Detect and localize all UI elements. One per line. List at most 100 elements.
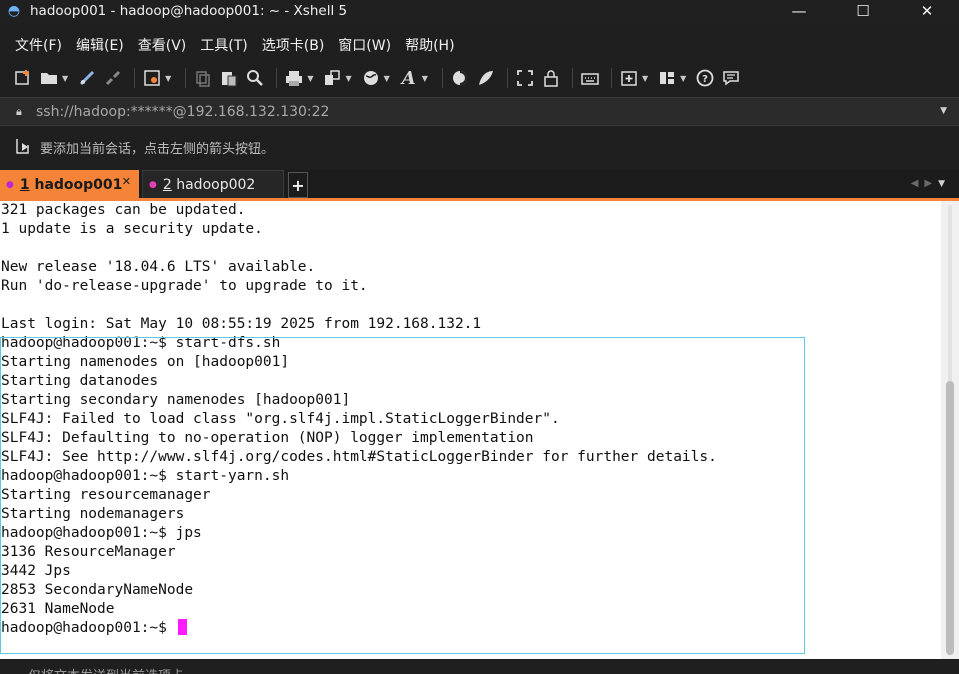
tab-hadoop002[interactable]: ● 2 hadoop002: [142, 170, 284, 200]
tab-label: hadoop001: [34, 177, 123, 193]
tab-label: hadoop002: [176, 177, 256, 193]
terminal-line: SLF4J: Failed to load class "org.slf4j.i…: [1, 411, 560, 427]
terminal-line: 3136 ResourceManager: [1, 544, 176, 560]
title-bar: ◓ hadoop001 - hadoop@hadoop001: ~ - Xshe…: [0, 0, 959, 22]
terminal-line: New release '18.04.6 LTS' available.: [1, 259, 316, 275]
copy-icon[interactable]: [192, 67, 214, 89]
paste-icon[interactable]: [218, 67, 240, 89]
help-icon[interactable]: ?: [694, 67, 716, 89]
session-address[interactable]: ssh://hadoop:******@192.168.132.130:22: [36, 104, 329, 120]
terminal-scrollbar[interactable]: [941, 201, 959, 659]
new-tab-icon[interactable]: [618, 67, 640, 89]
xftp-icon[interactable]: [449, 67, 471, 89]
tab-number: 1: [19, 177, 30, 193]
terminal-line: Starting datanodes: [1, 373, 159, 389]
status-text: 仅将文本发送到当前选项卡: [28, 665, 184, 674]
tab-hadoop001[interactable]: ● 1 hadoop001 ✕: [0, 170, 139, 200]
menu-view[interactable]: 查看(V): [138, 35, 187, 55]
address-bar[interactable]: 🔒︎ ssh://hadoop:******@192.168.132.130:2…: [0, 97, 959, 126]
tab-nav-arrows-icon[interactable]: ◀▶▼: [911, 178, 951, 189]
chat-icon[interactable]: [720, 67, 742, 89]
font-icon[interactable]: A: [398, 67, 420, 89]
session-arrow-icon[interactable]: [14, 137, 32, 159]
scrollbar-thumb[interactable]: [946, 381, 954, 655]
add-tab-button[interactable]: +: [288, 172, 308, 198]
terminal-cursor: [177, 619, 187, 635]
toolbar-divider: [506, 68, 508, 88]
open-folder-icon[interactable]: [38, 67, 60, 89]
keyboard-icon[interactable]: [579, 67, 601, 89]
xmanager-icon[interactable]: [475, 67, 497, 89]
window-title: hadoop001 - hadoop@hadoop001: ~ - Xshell…: [30, 3, 348, 19]
status-bar: 仅将文本发送到当前选项卡: [0, 659, 959, 674]
tab-bar: ● 1 hadoop001 ✕ ● 2 hadoop002 + ◀▶▼: [0, 170, 959, 200]
toolbar-divider: [276, 68, 278, 88]
print-icon[interactable]: [283, 67, 305, 89]
session-hint-text: 要添加当前会话，点击左侧的箭头按钮。: [40, 142, 275, 157]
toolbar-divider: [134, 68, 136, 88]
menu-help[interactable]: 帮助(H): [405, 35, 454, 55]
minimize-button[interactable]: —: [767, 0, 831, 22]
menu-bar: 文件(F) 编辑(E) 查看(V) 工具(T) 选项卡(B) 窗口(W) 帮助(…: [0, 32, 959, 58]
terminal-line: Run 'do-release-upgrade' to upgrade to i…: [1, 278, 368, 294]
terminal-line: 321 packages can be updated.: [1, 202, 246, 218]
toolbar-divider: [571, 68, 573, 88]
terminal-line: hadoop@hadoop001:~$ start-yarn.sh: [1, 468, 290, 484]
toolbar-divider: [185, 68, 187, 88]
terminal-line: SLF4J: Defaulting to no-operation (NOP) …: [1, 430, 534, 446]
properties-icon[interactable]: [141, 67, 163, 89]
fullscreen-icon[interactable]: [514, 67, 536, 89]
menu-tools[interactable]: 工具(T): [200, 35, 247, 55]
terminal-lines: 321 packages can be updated. 1 update is …: [0, 201, 941, 619]
menu-edit[interactable]: 编辑(E): [76, 35, 124, 55]
padlock-icon: 🔒︎: [16, 104, 22, 118]
tab-status-dot-icon: ●: [149, 180, 157, 190]
font-dropdown-icon[interactable]: ▼: [422, 74, 428, 83]
transfer-dropdown-icon[interactable]: ▼: [345, 74, 351, 83]
tab-status-dot-icon: ●: [6, 180, 14, 190]
terminal-line: 2631 NameNode: [1, 601, 115, 617]
menu-tabs[interactable]: 选项卡(B): [262, 35, 325, 55]
properties-dropdown-icon[interactable]: ▼: [165, 74, 171, 83]
lock-icon[interactable]: [540, 67, 562, 89]
layout-icon[interactable]: [656, 67, 678, 89]
terminal-line: 2853 SecondaryNameNode: [1, 582, 194, 598]
terminal-line: hadoop@hadoop001:~$ start-dfs.sh: [1, 335, 281, 351]
terminal-line: Last login: Sat May 10 08:55:19 2025 fro…: [1, 316, 482, 332]
xshell-logo-icon: ◓: [7, 3, 21, 19]
terminal-output[interactable]: 321 packages can be updated. 1 update is …: [0, 201, 941, 659]
toolbar-divider: [441, 68, 443, 88]
terminal-line: SLF4J: See http://www.slf4j.org/codes.ht…: [1, 449, 717, 465]
terminal-line: Starting namenodes on [hadoop001]: [1, 354, 290, 370]
terminal-line: 3442 Jps: [1, 563, 71, 579]
connect-icon[interactable]: [76, 67, 98, 89]
open-dropdown-icon[interactable]: ▼: [62, 74, 68, 83]
globe-icon[interactable]: [360, 67, 382, 89]
layout-dropdown-icon[interactable]: ▼: [680, 74, 686, 83]
terminal-line: hadoop@hadoop001:~$ jps: [1, 525, 202, 541]
terminal-line: Starting resourcemanager: [1, 487, 211, 503]
globe-dropdown-icon[interactable]: ▼: [384, 74, 390, 83]
transfer-icon[interactable]: [321, 67, 343, 89]
terminal-prompt-line: hadoop@hadoop001:~$: [0, 619, 941, 638]
window-controls: — ☐ ✕: [767, 0, 959, 22]
disconnect-icon[interactable]: [102, 67, 124, 89]
session-hint-bar: 要添加当前会话，点击左侧的箭头按钮。: [0, 130, 959, 165]
menu-file[interactable]: 文件(F): [15, 35, 62, 55]
new-tab-dropdown-icon[interactable]: ▼: [642, 74, 648, 83]
close-tab-icon[interactable]: ✕: [122, 175, 131, 188]
svg-text:?: ?: [702, 74, 708, 85]
new-session-icon[interactable]: [12, 67, 34, 89]
toolbar-divider: [610, 68, 612, 88]
print-dropdown-icon[interactable]: ▼: [307, 74, 313, 83]
terminal-prompt: hadoop@hadoop001:~$: [1, 620, 176, 636]
tab-number: 2: [162, 177, 172, 193]
terminal-line: Starting nodemanagers: [1, 506, 185, 522]
address-dropdown-icon[interactable]: ▼: [940, 106, 947, 116]
close-button[interactable]: ✕: [895, 0, 959, 22]
maximize-button[interactable]: ☐: [831, 0, 895, 22]
find-icon[interactable]: [244, 67, 266, 89]
menu-window[interactable]: 窗口(W): [338, 35, 391, 55]
